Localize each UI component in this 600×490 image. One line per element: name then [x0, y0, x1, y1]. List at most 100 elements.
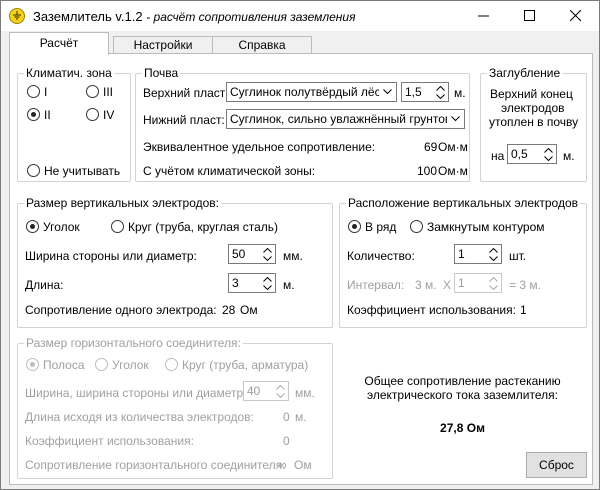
horizontal-resistance-label: Сопротивление горизонтального соединител… — [25, 458, 286, 472]
climate-label-I: I — [44, 85, 48, 99]
vertical-width-value: 50 — [232, 247, 246, 261]
horizontal-length-value: 0 — [283, 410, 290, 424]
tab-bar: Расчёт Настройки Справка — [9, 32, 593, 55]
horizontal-strip-label: Полоса — [43, 358, 85, 372]
title-bar: Заземлитель v.1.2 - расчёт сопротивления… — [1, 1, 599, 31]
depth-unit: м. — [563, 149, 575, 163]
maximize-icon — [524, 10, 535, 21]
total-label-line2: электрического тока заземлителя: — [367, 388, 558, 402]
upper-layer-value: Суглинок полутвёрдый лёсс — [230, 85, 387, 99]
vertical-width-unit: мм. — [283, 249, 303, 263]
horizontal-width-label: Ширина, ширина стороны или диаметр: — [25, 386, 247, 400]
horizontal-angle-radio[interactable] — [95, 358, 108, 371]
depth-text-line1: Верхний конец — [490, 87, 573, 101]
tab-settings[interactable]: Настройки — [113, 36, 213, 54]
climate-label-II: II — [44, 108, 51, 122]
vertical-circle-radio[interactable] — [111, 220, 124, 233]
equiv-resistivity-value: 69 — [424, 140, 438, 154]
spin-arrows-icon — [541, 145, 556, 163]
horizontal-circle-label: Круг (труба, арматура) — [182, 358, 309, 372]
climate-radio-II[interactable] — [27, 108, 40, 121]
depth-text-line3: утоплен в почву — [489, 115, 579, 129]
window-title: Заземлитель v.1.2 - расчёт сопротивления… — [33, 9, 356, 24]
lower-layer-label: Нижний пласт: — [143, 113, 225, 127]
maximize-button[interactable] — [507, 1, 553, 31]
horizontal-coef-value: 0 — [283, 434, 290, 448]
horizontal-circle-radio[interactable] — [165, 358, 178, 371]
chevron-down-icon — [379, 83, 396, 101]
horizontal-angle-label: Уголок — [112, 358, 149, 372]
horizontal-length-label: Длина исходя из количества электродов: — [25, 410, 254, 424]
interval-result: = 3 м. — [509, 278, 541, 292]
spin-arrows-icon — [433, 83, 448, 101]
vertical-coef-label: Коэффициент использования: — [347, 303, 516, 317]
horizontal-width-input[interactable]: 40 — [243, 381, 289, 401]
climate-radio-IV[interactable] — [86, 108, 99, 121]
electrode-resistance-value: 28 — [222, 303, 236, 317]
horizontal-strip-radio[interactable] — [26, 358, 39, 371]
count-value: 1 — [458, 247, 465, 261]
electrode-resistance-label: Сопротивление одного электрода: — [25, 303, 217, 317]
upper-layer-unit: м. — [454, 86, 466, 100]
interval-input[interactable]: 1 — [454, 273, 502, 293]
vertical-coef-value: 1 — [520, 303, 527, 317]
vertical-width-input[interactable]: 50 — [228, 244, 276, 264]
depth-text-line2: электродов — [501, 101, 565, 115]
depth-input[interactable]: 0,5 — [507, 144, 557, 164]
climate-resistivity-value: 100 — [417, 164, 438, 178]
vertical-layout-legend: Расположение вертикальных электродов — [348, 196, 579, 210]
window-title-text: Заземлитель v.1.2 — [33, 9, 143, 24]
climate-radio-I[interactable] — [27, 85, 40, 98]
upper-layer-select[interactable]: Суглинок полутвёрдый лёсс — [226, 82, 397, 102]
lower-layer-select[interactable]: Суглинок, сильно увлажнённый грунтовыми … — [226, 109, 465, 129]
ground-icon — [9, 8, 25, 24]
vertical-width-label: Ширина стороны или диаметр: — [25, 249, 197, 263]
count-input[interactable]: 1 — [454, 244, 502, 264]
climate-radio-III[interactable] — [86, 85, 99, 98]
upper-layer-thickness[interactable]: 1,5 — [401, 82, 449, 102]
climate-resistivity-unit: Ом·м — [438, 164, 468, 178]
app-window: Заземлитель v.1.2 - расчёт сопротивления… — [0, 0, 600, 490]
equiv-resistivity-unit: Ом·м — [438, 140, 468, 154]
climate-radio-ignore[interactable] — [27, 164, 40, 177]
soil-legend: Почва — [144, 66, 179, 80]
climate-resistivity-label: С учётом климатической зоны: — [143, 164, 316, 178]
calculation-panel: Климатич. зона I III II IV Не учитывать … — [9, 53, 593, 485]
layout-loop-radio[interactable] — [410, 220, 423, 233]
count-unit: шт. — [509, 249, 527, 263]
upper-layer-label: Верхний пласт: — [143, 86, 229, 100]
tab-help[interactable]: Справка — [212, 36, 312, 54]
layout-row-radio[interactable] — [348, 220, 361, 233]
electrode-resistance-unit: Ом — [240, 303, 258, 317]
layout-row-label: В ряд — [365, 220, 397, 234]
spin-arrows-icon — [273, 382, 288, 400]
vertical-length-value: 3 — [232, 276, 239, 290]
layout-loop-label: Замкнутым контуром — [427, 220, 545, 234]
depth-legend: Заглубление — [489, 66, 561, 80]
interval-left: 3 м. — [415, 278, 437, 292]
climate-ignore-label: Не учитывать — [44, 164, 121, 178]
climate-zone-legend: Климатич. зона — [26, 66, 112, 80]
chevron-down-icon — [447, 110, 464, 128]
total-value: 27,8 Ом — [440, 421, 485, 435]
spin-arrows-icon — [486, 245, 501, 263]
horizontal-coef-label: Коэффициент использования: — [25, 434, 194, 448]
lower-layer-value: Суглинок, сильно увлажнённый грунтовыми … — [230, 112, 464, 126]
upper-layer-thickness-value: 1,5 — [405, 85, 422, 99]
climate-label-III: III — [103, 85, 114, 99]
horizontal-width-unit: мм. — [295, 386, 315, 400]
climate-label-IV: IV — [103, 108, 115, 122]
vertical-length-input[interactable]: 3 — [228, 273, 276, 293]
vertical-length-label: Длина: — [25, 278, 64, 292]
vertical-circle-label: Круг (труба, круглая сталь) — [128, 220, 279, 234]
close-icon — [570, 10, 582, 22]
close-button[interactable] — [553, 1, 599, 31]
tab-calculation[interactable]: Расчёт — [9, 32, 109, 55]
interval-value: 1 — [458, 276, 465, 290]
window-subtitle: - расчёт сопротивления заземления — [146, 10, 356, 24]
equiv-resistivity-label: Эквивалентное удельное сопротивление: — [143, 140, 376, 154]
vertical-angle-radio[interactable] — [26, 220, 39, 233]
minimize-button[interactable] — [461, 1, 507, 31]
reset-button[interactable]: Сброс — [526, 452, 587, 478]
horizontal-resistance-value: ∞ — [278, 458, 287, 472]
